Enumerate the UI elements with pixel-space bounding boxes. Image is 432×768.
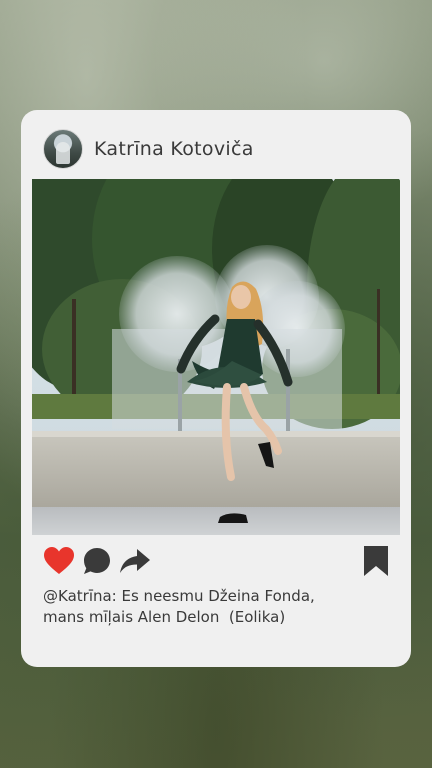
bookmark-icon[interactable] [363,545,389,577]
caption-line: mans mīļais Alen Delon (Eolika) [43,608,286,626]
caption-line: @Katrīna: Es neesmu Džeina Fonda, [43,587,315,605]
username[interactable]: Katrīna Kotoviča [94,138,254,160]
action-bar [43,545,389,577]
post-card: Katrīna Kotoviča @Katrīna: Es neesmu Dže… [21,110,411,667]
comment-bubble-icon[interactable] [81,545,113,577]
post-caption: @Katrīna: Es neesmu Džeina Fonda, mans m… [43,586,393,628]
post-photo[interactable] [32,179,400,535]
share-arrow-icon[interactable] [119,545,151,577]
avatar[interactable] [43,129,83,169]
heart-icon[interactable] [43,545,75,577]
post-header: Katrīna Kotoviča [43,129,254,169]
photo-illustration [32,179,400,535]
